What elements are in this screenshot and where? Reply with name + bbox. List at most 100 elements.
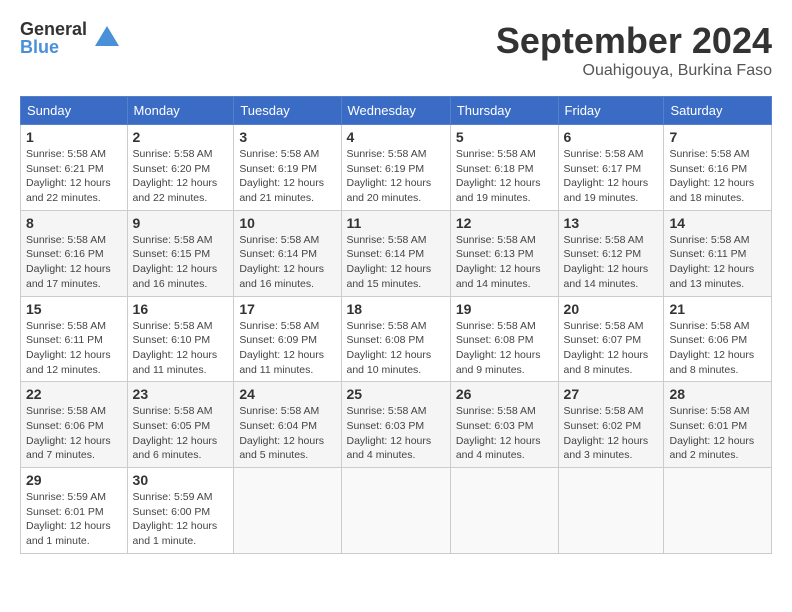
day-cell: 28 Sunrise: 5:58 AM Sunset: 6:01 PM Dayl…: [664, 382, 772, 468]
day-cell: 7 Sunrise: 5:58 AM Sunset: 6:16 PM Dayli…: [664, 125, 772, 211]
calendar-table: SundayMondayTuesdayWednesdayThursdayFrid…: [20, 96, 772, 554]
day-cell: 29 Sunrise: 5:59 AM Sunset: 6:01 PM Dayl…: [21, 468, 128, 554]
day-cell: 17 Sunrise: 5:58 AM Sunset: 6:09 PM Dayl…: [234, 296, 341, 382]
day-cell: 22 Sunrise: 5:58 AM Sunset: 6:06 PM Dayl…: [21, 382, 128, 468]
day-detail: Sunrise: 5:58 AM Sunset: 6:11 PM Dayligh…: [26, 319, 122, 378]
day-cell: 23 Sunrise: 5:58 AM Sunset: 6:05 PM Dayl…: [127, 382, 234, 468]
day-number: 30: [133, 472, 229, 488]
day-cell: 11 Sunrise: 5:58 AM Sunset: 6:14 PM Dayl…: [341, 210, 450, 296]
day-detail: Sunrise: 5:58 AM Sunset: 6:01 PM Dayligh…: [669, 404, 766, 463]
day-cell: 16 Sunrise: 5:58 AM Sunset: 6:10 PM Dayl…: [127, 296, 234, 382]
day-cell: 8 Sunrise: 5:58 AM Sunset: 6:16 PM Dayli…: [21, 210, 128, 296]
day-cell: 4 Sunrise: 5:58 AM Sunset: 6:19 PM Dayli…: [341, 125, 450, 211]
day-number: 1: [26, 129, 122, 145]
day-cell: 13 Sunrise: 5:58 AM Sunset: 6:12 PM Dayl…: [558, 210, 664, 296]
day-cell: 9 Sunrise: 5:58 AM Sunset: 6:15 PM Dayli…: [127, 210, 234, 296]
day-cell: 19 Sunrise: 5:58 AM Sunset: 6:08 PM Dayl…: [450, 296, 558, 382]
day-cell: 21 Sunrise: 5:58 AM Sunset: 6:06 PM Dayl…: [664, 296, 772, 382]
logo-icon: [91, 22, 123, 54]
weekday-friday: Friday: [558, 97, 664, 125]
day-detail: Sunrise: 5:58 AM Sunset: 6:17 PM Dayligh…: [564, 147, 659, 206]
day-cell: 27 Sunrise: 5:58 AM Sunset: 6:02 PM Dayl…: [558, 382, 664, 468]
week-row-4: 22 Sunrise: 5:58 AM Sunset: 6:06 PM Dayl…: [21, 382, 772, 468]
day-detail: Sunrise: 5:58 AM Sunset: 6:04 PM Dayligh…: [239, 404, 335, 463]
day-detail: Sunrise: 5:58 AM Sunset: 6:21 PM Dayligh…: [26, 147, 122, 206]
day-number: 12: [456, 215, 553, 231]
day-detail: Sunrise: 5:58 AM Sunset: 6:08 PM Dayligh…: [347, 319, 445, 378]
day-detail: Sunrise: 5:58 AM Sunset: 6:16 PM Dayligh…: [26, 233, 122, 292]
day-detail: Sunrise: 5:59 AM Sunset: 6:00 PM Dayligh…: [133, 490, 229, 549]
day-number: 9: [133, 215, 229, 231]
day-detail: Sunrise: 5:58 AM Sunset: 6:06 PM Dayligh…: [669, 319, 766, 378]
day-cell: 12 Sunrise: 5:58 AM Sunset: 6:13 PM Dayl…: [450, 210, 558, 296]
day-detail: Sunrise: 5:58 AM Sunset: 6:14 PM Dayligh…: [347, 233, 445, 292]
day-cell: 20 Sunrise: 5:58 AM Sunset: 6:07 PM Dayl…: [558, 296, 664, 382]
month-title: September 2024: [496, 20, 772, 62]
day-detail: Sunrise: 5:59 AM Sunset: 6:01 PM Dayligh…: [26, 490, 122, 549]
day-detail: Sunrise: 5:58 AM Sunset: 6:15 PM Dayligh…: [133, 233, 229, 292]
day-detail: Sunrise: 5:58 AM Sunset: 6:03 PM Dayligh…: [456, 404, 553, 463]
day-cell: 14 Sunrise: 5:58 AM Sunset: 6:11 PM Dayl…: [664, 210, 772, 296]
day-cell: [450, 468, 558, 554]
logo-blue: Blue: [20, 38, 87, 56]
day-number: 8: [26, 215, 122, 231]
day-detail: Sunrise: 5:58 AM Sunset: 6:08 PM Dayligh…: [456, 319, 553, 378]
day-number: 4: [347, 129, 445, 145]
day-cell: 18 Sunrise: 5:58 AM Sunset: 6:08 PM Dayl…: [341, 296, 450, 382]
day-cell: [341, 468, 450, 554]
day-number: 27: [564, 386, 659, 402]
week-row-3: 15 Sunrise: 5:58 AM Sunset: 6:11 PM Dayl…: [21, 296, 772, 382]
day-detail: Sunrise: 5:58 AM Sunset: 6:12 PM Dayligh…: [564, 233, 659, 292]
title-block: September 2024 Ouahigouya, Burkina Faso: [496, 20, 772, 80]
day-detail: Sunrise: 5:58 AM Sunset: 6:13 PM Dayligh…: [456, 233, 553, 292]
weekday-thursday: Thursday: [450, 97, 558, 125]
day-cell: 25 Sunrise: 5:58 AM Sunset: 6:03 PM Dayl…: [341, 382, 450, 468]
page-header: General Blue September 2024 Ouahigouya, …: [20, 20, 772, 80]
day-detail: Sunrise: 5:58 AM Sunset: 6:02 PM Dayligh…: [564, 404, 659, 463]
day-number: 2: [133, 129, 229, 145]
location: Ouahigouya, Burkina Faso: [496, 62, 772, 80]
weekday-wednesday: Wednesday: [341, 97, 450, 125]
day-number: 18: [347, 301, 445, 317]
day-cell: [234, 468, 341, 554]
day-cell: 6 Sunrise: 5:58 AM Sunset: 6:17 PM Dayli…: [558, 125, 664, 211]
day-number: 10: [239, 215, 335, 231]
day-number: 16: [133, 301, 229, 317]
week-row-2: 8 Sunrise: 5:58 AM Sunset: 6:16 PM Dayli…: [21, 210, 772, 296]
day-number: 20: [564, 301, 659, 317]
day-number: 24: [239, 386, 335, 402]
weekday-tuesday: Tuesday: [234, 97, 341, 125]
day-detail: Sunrise: 5:58 AM Sunset: 6:14 PM Dayligh…: [239, 233, 335, 292]
weekday-header-row: SundayMondayTuesdayWednesdayThursdayFrid…: [21, 97, 772, 125]
day-number: 14: [669, 215, 766, 231]
day-number: 5: [456, 129, 553, 145]
day-detail: Sunrise: 5:58 AM Sunset: 6:05 PM Dayligh…: [133, 404, 229, 463]
day-cell: [558, 468, 664, 554]
day-number: 3: [239, 129, 335, 145]
weekday-monday: Monday: [127, 97, 234, 125]
day-number: 11: [347, 215, 445, 231]
day-detail: Sunrise: 5:58 AM Sunset: 6:16 PM Dayligh…: [669, 147, 766, 206]
day-number: 7: [669, 129, 766, 145]
day-number: 15: [26, 301, 122, 317]
day-number: 23: [133, 386, 229, 402]
day-cell: 3 Sunrise: 5:58 AM Sunset: 6:19 PM Dayli…: [234, 125, 341, 211]
day-detail: Sunrise: 5:58 AM Sunset: 6:19 PM Dayligh…: [347, 147, 445, 206]
day-detail: Sunrise: 5:58 AM Sunset: 6:06 PM Dayligh…: [26, 404, 122, 463]
day-number: 17: [239, 301, 335, 317]
day-detail: Sunrise: 5:58 AM Sunset: 6:09 PM Dayligh…: [239, 319, 335, 378]
logo: General Blue: [20, 20, 123, 56]
day-cell: 30 Sunrise: 5:59 AM Sunset: 6:00 PM Dayl…: [127, 468, 234, 554]
day-cell: 26 Sunrise: 5:58 AM Sunset: 6:03 PM Dayl…: [450, 382, 558, 468]
day-detail: Sunrise: 5:58 AM Sunset: 6:18 PM Dayligh…: [456, 147, 553, 206]
day-number: 6: [564, 129, 659, 145]
day-detail: Sunrise: 5:58 AM Sunset: 6:11 PM Dayligh…: [669, 233, 766, 292]
day-cell: [664, 468, 772, 554]
weekday-saturday: Saturday: [664, 97, 772, 125]
day-number: 29: [26, 472, 122, 488]
day-number: 25: [347, 386, 445, 402]
day-number: 19: [456, 301, 553, 317]
weekday-sunday: Sunday: [21, 97, 128, 125]
day-number: 21: [669, 301, 766, 317]
day-detail: Sunrise: 5:58 AM Sunset: 6:10 PM Dayligh…: [133, 319, 229, 378]
